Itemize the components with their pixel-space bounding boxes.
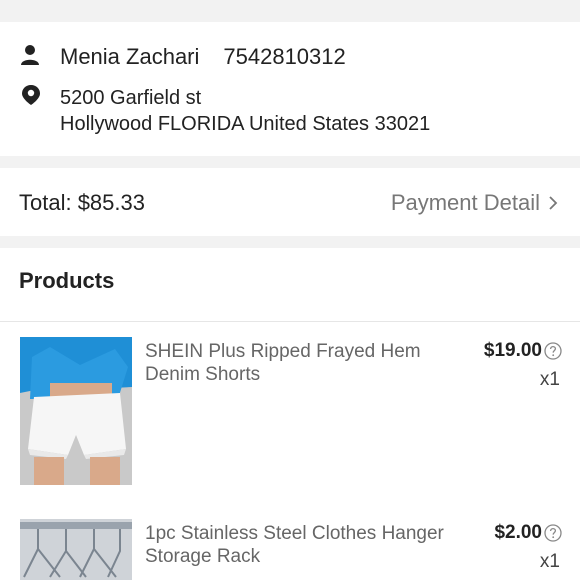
- product-name[interactable]: SHEIN Plus Ripped Frayed Hem Denim Short…: [145, 340, 465, 386]
- product-image[interactable]: [20, 337, 132, 485]
- gap-1: [0, 156, 580, 168]
- product-quantity: x1: [539, 551, 560, 572]
- product-price: $2.00: [494, 522, 542, 543]
- payment-detail-link[interactable]: Payment Detail: [391, 190, 558, 216]
- recipient-phone: 7542810312: [223, 44, 346, 69]
- products-section: Products SHEIN Plus Ripped Frayed Hem De…: [0, 248, 580, 580]
- address-street: 5200 Garfield st: [60, 87, 202, 109]
- product-quantity: x1: [539, 369, 560, 390]
- order-total: Total: $85.33: [19, 190, 145, 215]
- recipient-name: Menia Zachari: [60, 44, 200, 69]
- products-title: Products: [19, 268, 115, 293]
- product-price: $19.00: [483, 340, 542, 361]
- payment-detail-label: Payment Detail: [390, 190, 540, 215]
- shipping-address-section[interactable]: Menia Zachari 7542810312 5200 Garfield s…: [0, 22, 580, 156]
- product-image[interactable]: [20, 519, 132, 580]
- product-item[interactable]: SHEIN Plus Ripped Frayed Hem Denim Short…: [0, 337, 580, 487]
- top-gap: [0, 0, 580, 22]
- gap-2: [0, 236, 580, 248]
- location-pin-icon: [22, 85, 40, 105]
- divider: [0, 321, 580, 322]
- help-circle-icon[interactable]: [544, 342, 562, 360]
- person-icon: [21, 45, 39, 65]
- address-city-line: Hollywood FLORIDA United States 33021: [60, 113, 431, 135]
- chevron-right-icon: [549, 196, 558, 210]
- product-name[interactable]: 1pc Stainless Steel Clothes Hanger Stora…: [145, 522, 465, 568]
- product-item[interactable]: 1pc Stainless Steel Clothes Hanger Stora…: [0, 519, 580, 580]
- product-photo-shorts: [20, 337, 132, 485]
- help-circle-icon[interactable]: [544, 524, 562, 542]
- product-photo-hanger-rack: [20, 519, 132, 580]
- order-total-section: Total: $85.33 Payment Detail: [0, 168, 580, 236]
